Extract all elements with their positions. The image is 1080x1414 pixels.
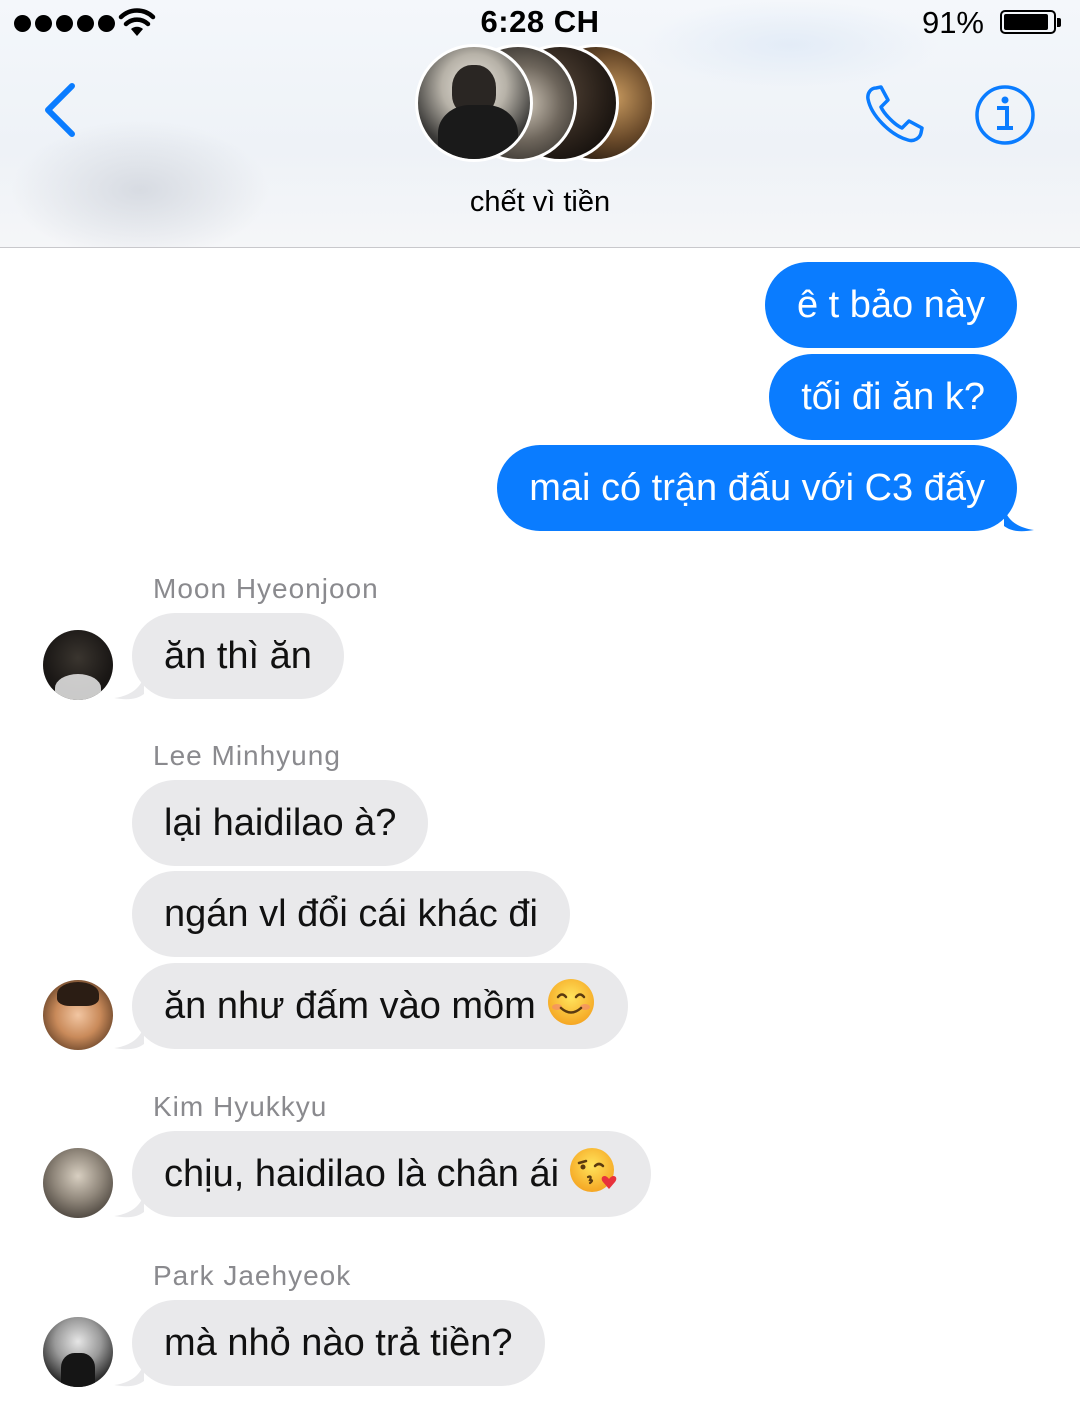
battery-icon: [1000, 10, 1061, 34]
sender-name: Kim Hyukkyu: [153, 1091, 328, 1122]
status-bar: 6:28 CH 91%: [0, 0, 1080, 48]
outgoing-message[interactable]: ê t bảo này: [764, 262, 1017, 348]
avatar[interactable]: [43, 1148, 113, 1218]
bubble-tail: [114, 1192, 144, 1218]
incoming-message[interactable]: chịu, haidilao là chân ái: [132, 1131, 652, 1217]
message-text: ăn như đấm vào mồm: [164, 985, 536, 1027]
avatar[interactable]: [43, 630, 113, 700]
info-icon[interactable]: [974, 84, 1036, 146]
outgoing-message[interactable]: mai có trận đấu với C3 đấy: [497, 445, 1017, 531]
sender-name: Moon Hyeonjoon: [153, 573, 379, 604]
incoming-message[interactable]: mà nhỏ nào trả tiền?: [132, 1300, 545, 1386]
group-avatars[interactable]: [415, 44, 665, 166]
incoming-message[interactable]: ăn thì ăn: [132, 613, 344, 699]
incoming-message[interactable]: ăn như đấm vào mồm: [132, 963, 628, 1049]
group-name[interactable]: chết vì tiền: [0, 186, 1080, 219]
message-text: chịu, haidilao là chân ái: [164, 1153, 560, 1195]
avatar[interactable]: [43, 980, 113, 1050]
battery-percent: 91%: [921, 5, 984, 40]
back-chevron-icon[interactable]: [38, 80, 82, 140]
incoming-message[interactable]: ngán vl đổi cái khác đi: [132, 871, 570, 957]
smiling-face-icon: [547, 979, 594, 1025]
face-blowing-kiss-icon: [570, 1148, 617, 1192]
chat-header: 6:28 CH 91% chết vì tiền: [0, 0, 1080, 248]
incoming-message[interactable]: lại haidilao à?: [132, 780, 429, 866]
group-member-avatar: [415, 44, 533, 162]
phone-icon[interactable]: [862, 82, 930, 146]
status-time: 6:28 CH: [480, 4, 600, 39]
sender-name: Park Jaehyeok: [153, 1260, 352, 1291]
sender-name: Lee Minhyung: [153, 740, 341, 771]
bubble-tail: [114, 674, 144, 700]
bubble-tail: [114, 1024, 144, 1050]
avatar[interactable]: [43, 1317, 113, 1387]
bubble-tail: [1004, 506, 1034, 532]
bubble-tail: [114, 1361, 144, 1387]
outgoing-message[interactable]: tối đi ăn k?: [769, 354, 1017, 440]
